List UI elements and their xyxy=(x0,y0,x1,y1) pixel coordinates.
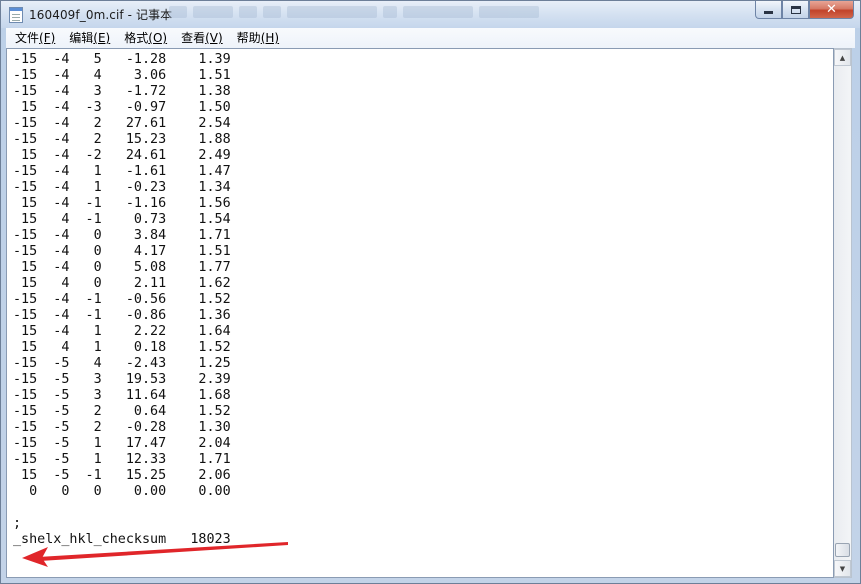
text-line: -15 -4 4 3.06 1.51 xyxy=(13,68,231,83)
text-line: 15 -4 0 5.08 1.77 xyxy=(13,260,231,275)
text-line: 15 -4 -2 24.61 2.49 xyxy=(13,148,231,163)
text-line: 15 4 0 2.11 1.62 xyxy=(13,276,231,291)
text-line: -15 -4 2 15.23 1.88 xyxy=(13,132,231,147)
scroll-down-button[interactable]: ▼ xyxy=(834,560,851,577)
minimize-button[interactable] xyxy=(755,1,782,19)
scrollbar-thumb[interactable] xyxy=(835,543,850,557)
text-line: -15 -5 1 12.33 1.71 xyxy=(13,452,231,467)
notepad-window: 160409f_0m.cif - 记事本 ✕ 文件(F) 编辑(E) 格式(O)… xyxy=(0,0,861,584)
text-line: 15 4 1 0.18 1.52 xyxy=(13,340,231,355)
vertical-scrollbar[interactable]: ▲ ▼ xyxy=(834,48,852,578)
close-button[interactable]: ✕ xyxy=(809,1,854,19)
close-icon: ✕ xyxy=(826,2,837,17)
arrow-up-icon: ▲ xyxy=(839,53,846,62)
text-line: -15 -5 1 17.47 2.04 xyxy=(13,436,231,451)
text-editor[interactable]: -15 -4 5 -1.28 1.39 -15 -4 4 3.06 1.51 -15… xyxy=(6,48,834,578)
document-text[interactable]: -15 -4 5 -1.28 1.39 -15 -4 4 3.06 1.51 -15… xyxy=(13,52,231,548)
text-line: 15 4 -1 0.73 1.54 xyxy=(13,212,231,227)
text-line: -15 -4 3 -1.72 1.38 xyxy=(13,84,231,99)
text-line: 15 -4 -3 -0.97 1.50 xyxy=(13,100,231,115)
window-title: 160409f_0m.cif - 记事本 xyxy=(29,8,173,22)
text-line: 15 -4 -1 -1.16 1.56 xyxy=(13,196,231,211)
text-line: -15 -5 4 -2.43 1.25 xyxy=(13,356,231,371)
window-controls: ✕ xyxy=(755,1,854,19)
menu-bar: 文件(F) 编辑(E) 格式(O) 查看(V) 帮助(H) xyxy=(6,28,855,48)
text-line: -15 -4 -1 -0.86 1.36 xyxy=(13,308,231,323)
text-line: _shelx_hkl_checksum 18023 xyxy=(13,532,231,547)
title-bar[interactable]: 160409f_0m.cif - 记事本 ✕ xyxy=(1,1,860,28)
menu-help[interactable]: 帮助(H) xyxy=(231,29,285,47)
scroll-up-button[interactable]: ▲ xyxy=(834,49,851,66)
text-line: -15 -4 1 -0.23 1.34 xyxy=(13,180,231,195)
text-line: -15 -4 0 3.84 1.71 xyxy=(13,228,231,243)
text-line: 0 0 0 0.00 0.00 xyxy=(13,484,231,499)
text-line: -15 -5 3 19.53 2.39 xyxy=(13,372,231,387)
maximize-button[interactable] xyxy=(782,1,809,19)
minimize-icon xyxy=(764,11,773,14)
notepad-icon[interactable] xyxy=(9,6,23,23)
text-line: -15 -4 -1 -0.56 1.52 xyxy=(13,292,231,307)
text-line: -15 -4 2 27.61 2.54 xyxy=(13,116,231,131)
menu-file[interactable]: 文件(F) xyxy=(9,29,61,47)
text-line: 15 -4 1 2.22 1.64 xyxy=(13,324,231,339)
menu-view[interactable]: 查看(V) xyxy=(175,29,229,47)
text-line xyxy=(13,500,231,516)
text-line: -15 -5 2 0.64 1.52 xyxy=(13,404,231,419)
menu-format[interactable]: 格式(O) xyxy=(118,29,173,47)
text-line: ; xyxy=(13,516,22,531)
text-line: -15 -4 1 -1.61 1.47 xyxy=(13,164,231,179)
text-line: -15 -5 2 -0.28 1.30 xyxy=(13,420,231,435)
text-line: -15 -5 3 11.64 1.68 xyxy=(13,388,231,403)
blurred-taskbar-background xyxy=(169,6,569,22)
menu-edit[interactable]: 编辑(E) xyxy=(63,29,116,47)
text-line: -15 -4 5 -1.28 1.39 xyxy=(13,52,231,67)
maximize-icon xyxy=(790,5,801,14)
arrow-down-icon: ▼ xyxy=(839,564,846,573)
text-line: -15 -4 0 4.17 1.51 xyxy=(13,244,231,259)
text-line: 15 -5 -1 15.25 2.06 xyxy=(13,468,231,483)
